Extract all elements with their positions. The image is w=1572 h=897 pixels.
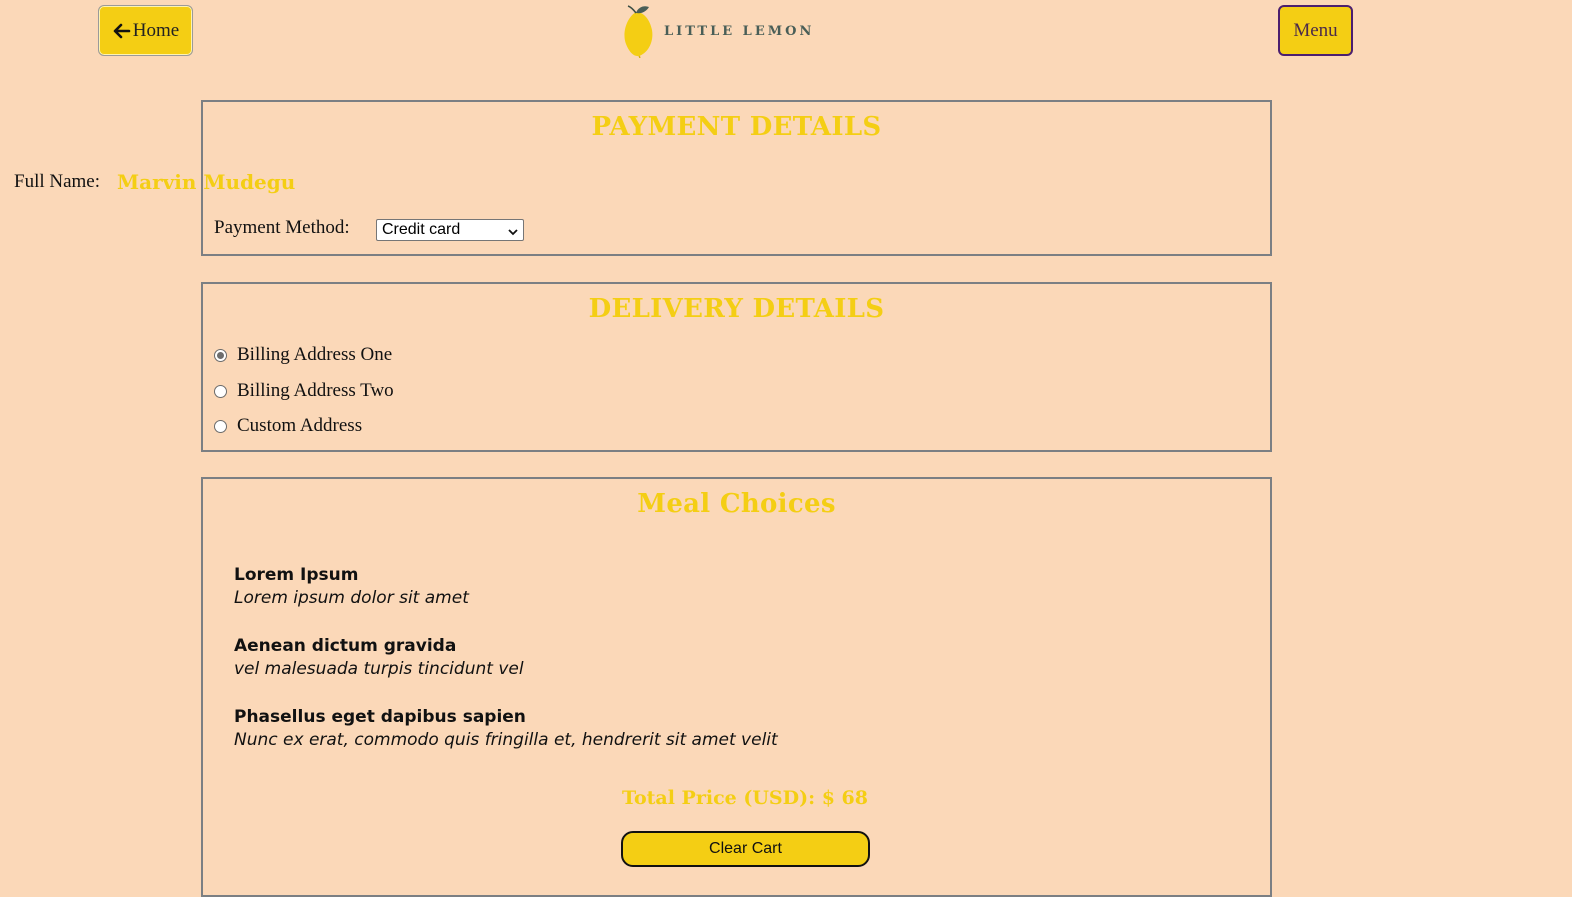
home-button[interactable]: Home — [98, 5, 193, 56]
payment-method-label: Payment Method: — [214, 217, 350, 238]
billing-address-one-radio[interactable] — [214, 348, 227, 362]
custom-address-label: Custom Address — [237, 415, 363, 436]
full-name-label: Full Name: — [14, 171, 101, 192]
meal-name: Lorem Ipsum — [234, 565, 359, 585]
meal-name: Phasellus eget dapibus sapien — [234, 707, 526, 727]
delivery-details-title: DELIVERY DETAILS — [588, 294, 885, 324]
custom-address-radio[interactable] — [214, 419, 227, 433]
clear-cart-button[interactable]: Clear Cart — [621, 831, 870, 867]
meal-name: Aenean dictum gravida — [234, 636, 457, 656]
billing-address-one-option[interactable]: Billing Address One — [214, 344, 392, 366]
billing-address-two-option[interactable]: Billing Address Two — [214, 380, 394, 402]
payment-details-title: PAYMENT DETAILS — [591, 112, 882, 142]
little-lemon-logo[interactable]: LITTLE LEMON — [622, 4, 815, 59]
total-price: Total Price (USD): $ 68 — [622, 787, 868, 809]
meal-description: Lorem ipsum dolor sit amet — [234, 588, 469, 608]
chevron-down-icon — [507, 225, 519, 237]
billing-address-one-label: Billing Address One — [237, 344, 393, 365]
meal-description: Nunc ex erat, commodo quis fringilla et,… — [234, 730, 778, 750]
payment-method-select[interactable]: Credit card — [376, 219, 524, 241]
list-item: Phasellus eget dapibus sapien Nunc ex er… — [234, 706, 778, 752]
meal-choices-title: Meal Choices — [637, 489, 836, 519]
full-name-value: Marvin Mudegu — [117, 170, 296, 194]
home-button-label: Home — [132, 19, 180, 41]
logo-text: LITTLE LEMON — [664, 23, 815, 39]
lemon-icon — [622, 4, 656, 59]
top-navigation: Home LITTLE LEMON Menu — [0, 0, 1572, 62]
billing-address-two-radio[interactable] — [214, 384, 227, 398]
full-name-row: Full Name: Marvin Mudegu — [13, 170, 295, 194]
list-item: Lorem Ipsum Lorem ipsum dolor sit amet — [234, 564, 469, 610]
list-item: Aenean dictum gravida vel malesuada turp… — [234, 635, 524, 681]
billing-address-two-label: Billing Address Two — [237, 380, 394, 401]
payment-details-section: PAYMENT DETAILS — [201, 100, 1272, 256]
payment-method-selected: Credit card — [382, 221, 461, 238]
menu-button[interactable]: Menu — [1278, 5, 1353, 56]
meal-description: vel malesuada turpis tincidunt vel — [234, 659, 524, 679]
custom-address-option[interactable]: Custom Address — [214, 415, 362, 437]
arrow-left-icon — [112, 21, 132, 41]
